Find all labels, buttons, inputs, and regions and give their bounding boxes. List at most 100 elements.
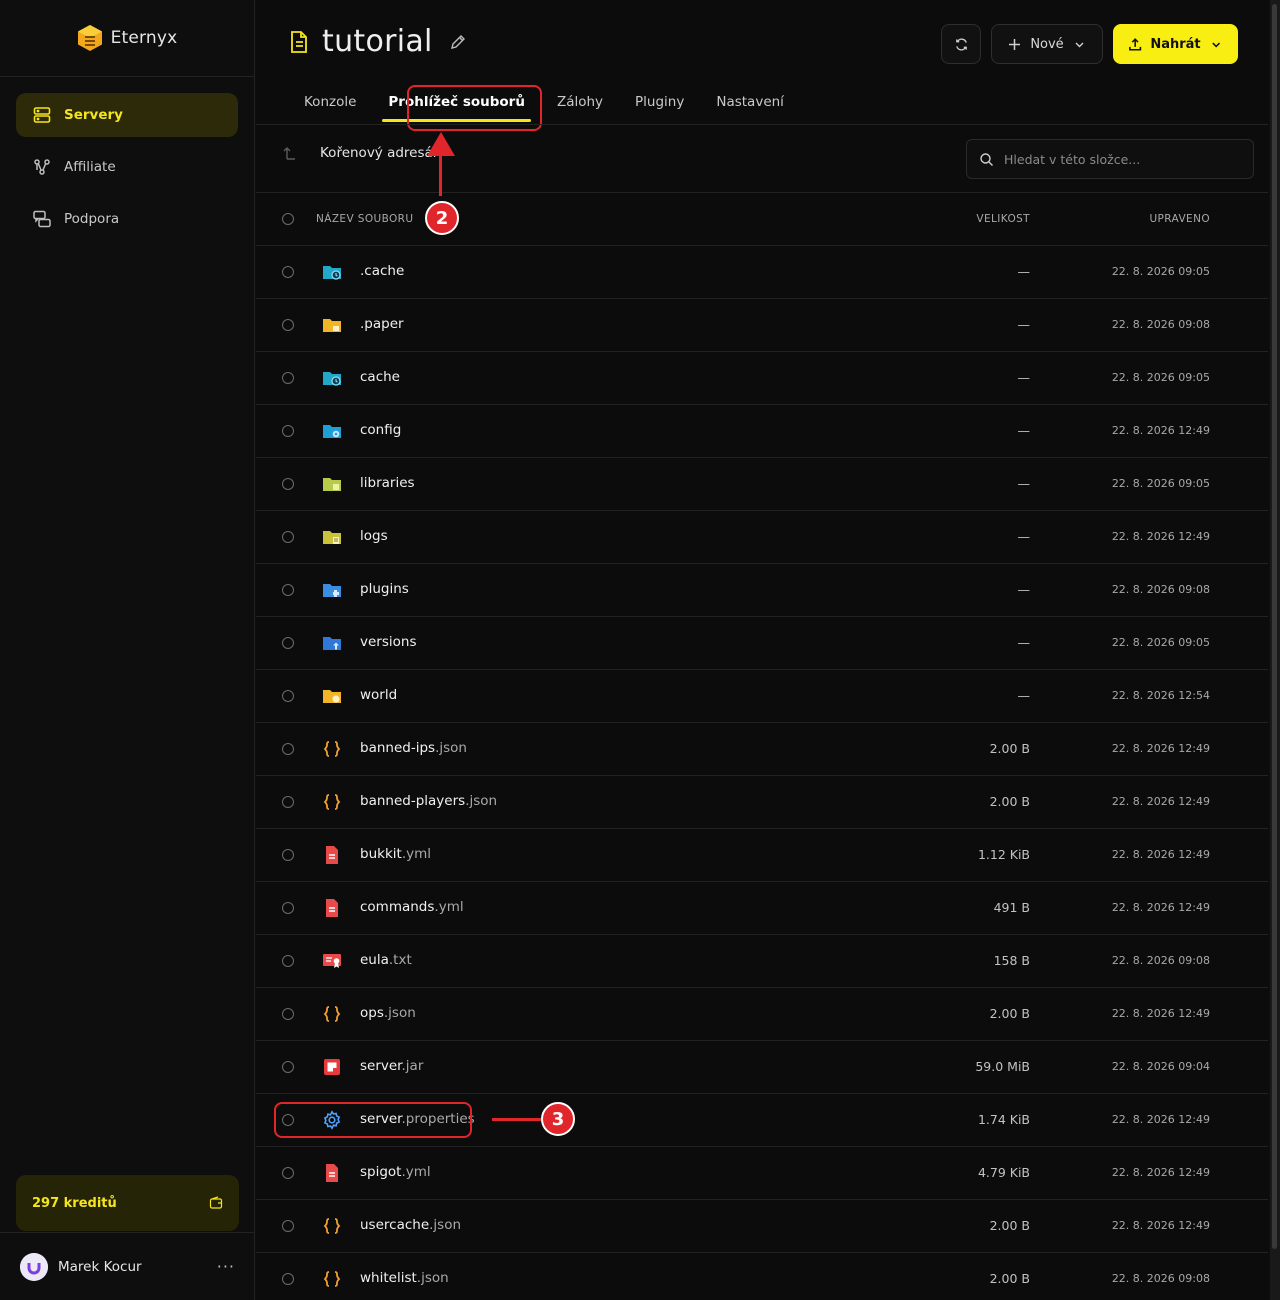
json-icon bbox=[322, 739, 342, 759]
row-checkbox[interactable] bbox=[282, 1273, 294, 1285]
chevron-down-icon bbox=[1211, 42, 1220, 47]
file-size: 2.00 B bbox=[989, 794, 1030, 809]
new-button[interactable]: Nové bbox=[991, 24, 1103, 64]
file-name[interactable]: ops.json bbox=[360, 1005, 416, 1021]
table-row[interactable]: commands.yml 491 B 22. 8. 2026 12:49 bbox=[256, 882, 1268, 935]
row-checkbox[interactable] bbox=[282, 478, 294, 490]
row-checkbox[interactable] bbox=[282, 1167, 294, 1179]
file-name[interactable]: logs bbox=[360, 528, 388, 544]
support-icon bbox=[33, 210, 51, 228]
scrollbar[interactable] bbox=[1270, 0, 1280, 1300]
search-box[interactable] bbox=[966, 139, 1254, 179]
level-up-icon[interactable] bbox=[282, 145, 298, 161]
file-name[interactable]: config bbox=[360, 422, 401, 438]
sidebar-item-servery[interactable]: Servery bbox=[16, 93, 238, 137]
row-checkbox[interactable] bbox=[282, 584, 294, 596]
row-checkbox[interactable] bbox=[282, 266, 294, 278]
row-checkbox[interactable] bbox=[282, 690, 294, 702]
table-row[interactable]: server.jar 59.0 MiB 22. 8. 2026 09:04 bbox=[256, 1041, 1268, 1094]
upload-button[interactable]: Nahrát bbox=[1113, 24, 1238, 64]
table-row[interactable]: whitelist.json 2.00 B 22. 8. 2026 09:08 bbox=[256, 1253, 1268, 1300]
file-name[interactable]: bukkit.yml bbox=[360, 846, 431, 862]
row-checkbox[interactable] bbox=[282, 637, 294, 649]
file-name[interactable]: banned-players.json bbox=[360, 793, 497, 809]
table-row[interactable]: ops.json 2.00 B 22. 8. 2026 12:49 bbox=[256, 988, 1268, 1041]
file-name[interactable]: world bbox=[360, 687, 397, 703]
user-profile[interactable]: Marek Kocur ··· bbox=[0, 1232, 255, 1300]
file-modified: 22. 8. 2026 12:49 bbox=[1111, 424, 1210, 437]
sidebar-item-affiliate[interactable]: Affiliate bbox=[16, 145, 238, 189]
brand[interactable]: Eternyx bbox=[0, 0, 254, 77]
table-row[interactable]: cache — 22. 8. 2026 09:05 bbox=[256, 352, 1268, 405]
table-row[interactable]: eula.txt 158 B 22. 8. 2026 09:08 bbox=[256, 935, 1268, 988]
row-checkbox[interactable] bbox=[282, 849, 294, 861]
table-row[interactable]: versions — 22. 8. 2026 09:05 bbox=[256, 617, 1268, 670]
row-checkbox[interactable] bbox=[282, 1008, 294, 1020]
table-row[interactable]: banned-ips.json 2.00 B 22. 8. 2026 12:49 bbox=[256, 723, 1268, 776]
row-checkbox[interactable] bbox=[282, 1220, 294, 1232]
yml-icon bbox=[322, 845, 342, 865]
table-row[interactable]: usercache.json 2.00 B 22. 8. 2026 12:49 bbox=[256, 1200, 1268, 1253]
file-modified: 22. 8. 2026 09:08 bbox=[1111, 1272, 1210, 1285]
table-row[interactable]: spigot.yml 4.79 KiB 22. 8. 2026 12:49 bbox=[256, 1147, 1268, 1200]
file-modified: 22. 8. 2026 09:05 bbox=[1111, 371, 1210, 384]
file-name[interactable]: plugins bbox=[360, 581, 409, 597]
tab-pluginy[interactable]: Pluginy bbox=[619, 86, 700, 118]
affiliate-icon bbox=[34, 159, 50, 175]
file-name[interactable]: commands.yml bbox=[360, 899, 464, 915]
file-modified: 22. 8. 2026 09:08 bbox=[1111, 583, 1210, 596]
column-name[interactable]: NÁZEV SOUBORU bbox=[316, 213, 413, 225]
table-row[interactable]: libraries — 22. 8. 2026 09:05 bbox=[256, 458, 1268, 511]
file-name[interactable]: cache bbox=[360, 369, 400, 385]
file-name[interactable]: spigot.yml bbox=[360, 1164, 431, 1180]
file-name[interactable]: whitelist.json bbox=[360, 1270, 449, 1286]
file-name[interactable]: .cache bbox=[360, 263, 404, 279]
column-modified[interactable]: UPRAVENO bbox=[1149, 213, 1210, 225]
table-row[interactable]: config — 22. 8. 2026 12:49 bbox=[256, 405, 1268, 458]
tab-zalohy[interactable]: Zálohy bbox=[541, 86, 619, 118]
row-checkbox[interactable] bbox=[282, 743, 294, 755]
file-name[interactable]: banned-ips.json bbox=[360, 740, 467, 756]
file-name[interactable]: libraries bbox=[360, 475, 415, 491]
file-name[interactable]: usercache.json bbox=[360, 1217, 461, 1233]
pencil-icon[interactable] bbox=[449, 33, 467, 51]
table-row[interactable]: .cache — 22. 8. 2026 09:05 bbox=[256, 246, 1268, 299]
file-name[interactable]: .paper bbox=[360, 316, 404, 332]
folder-world-icon bbox=[322, 686, 342, 706]
row-checkbox[interactable] bbox=[282, 531, 294, 543]
credits-box[interactable]: 297 kreditů bbox=[16, 1175, 239, 1231]
table-row[interactable]: logs — 22. 8. 2026 12:49 bbox=[256, 511, 1268, 564]
table-row[interactable]: bukkit.yml 1.12 KiB 22. 8. 2026 12:49 bbox=[256, 829, 1268, 882]
table-row[interactable]: banned-players.json 2.00 B 22. 8. 2026 12:… bbox=[256, 776, 1268, 829]
tab-nastaveni[interactable]: Nastavení bbox=[700, 86, 800, 118]
row-checkbox[interactable] bbox=[282, 425, 294, 437]
select-all-checkbox[interactable] bbox=[282, 213, 294, 225]
file-base-name: versions bbox=[360, 634, 417, 650]
refresh-button[interactable] bbox=[941, 24, 981, 64]
file-extension: .json bbox=[429, 1217, 462, 1233]
file-name[interactable]: server.jar bbox=[360, 1058, 423, 1074]
file-name[interactable]: versions bbox=[360, 634, 416, 650]
search-input[interactable] bbox=[1004, 151, 1234, 167]
row-checkbox[interactable] bbox=[282, 955, 294, 967]
table-row[interactable]: world — 22. 8. 2026 12:54 bbox=[256, 670, 1268, 723]
tab-konzole[interactable]: Konzole bbox=[288, 86, 372, 118]
column-size[interactable]: VELIKOST bbox=[976, 213, 1030, 225]
file-name[interactable]: eula.txt bbox=[360, 952, 412, 968]
table-row[interactable]: plugins — 22. 8. 2026 09:08 bbox=[256, 564, 1268, 617]
file-modified: 22. 8. 2026 12:49 bbox=[1111, 901, 1210, 914]
file-modified: 22. 8. 2026 12:49 bbox=[1111, 742, 1210, 755]
row-checkbox[interactable] bbox=[282, 796, 294, 808]
more-options-icon[interactable]: ··· bbox=[217, 1257, 235, 1276]
row-checkbox[interactable] bbox=[282, 902, 294, 914]
row-checkbox[interactable] bbox=[282, 372, 294, 384]
sidebar-item-podpora[interactable]: Podpora bbox=[16, 197, 238, 241]
scrollbar-thumb[interactable] bbox=[1272, 4, 1277, 1249]
breadcrumb-root[interactable]: Kořenový adresář bbox=[320, 145, 438, 161]
row-checkbox[interactable] bbox=[282, 1061, 294, 1073]
row-checkbox[interactable] bbox=[282, 319, 294, 331]
file-size: — bbox=[1017, 582, 1031, 597]
table-row[interactable]: .paper — 22. 8. 2026 09:08 bbox=[256, 299, 1268, 352]
file-size: 2.00 B bbox=[989, 1218, 1030, 1233]
file-extension: .json bbox=[435, 740, 467, 756]
